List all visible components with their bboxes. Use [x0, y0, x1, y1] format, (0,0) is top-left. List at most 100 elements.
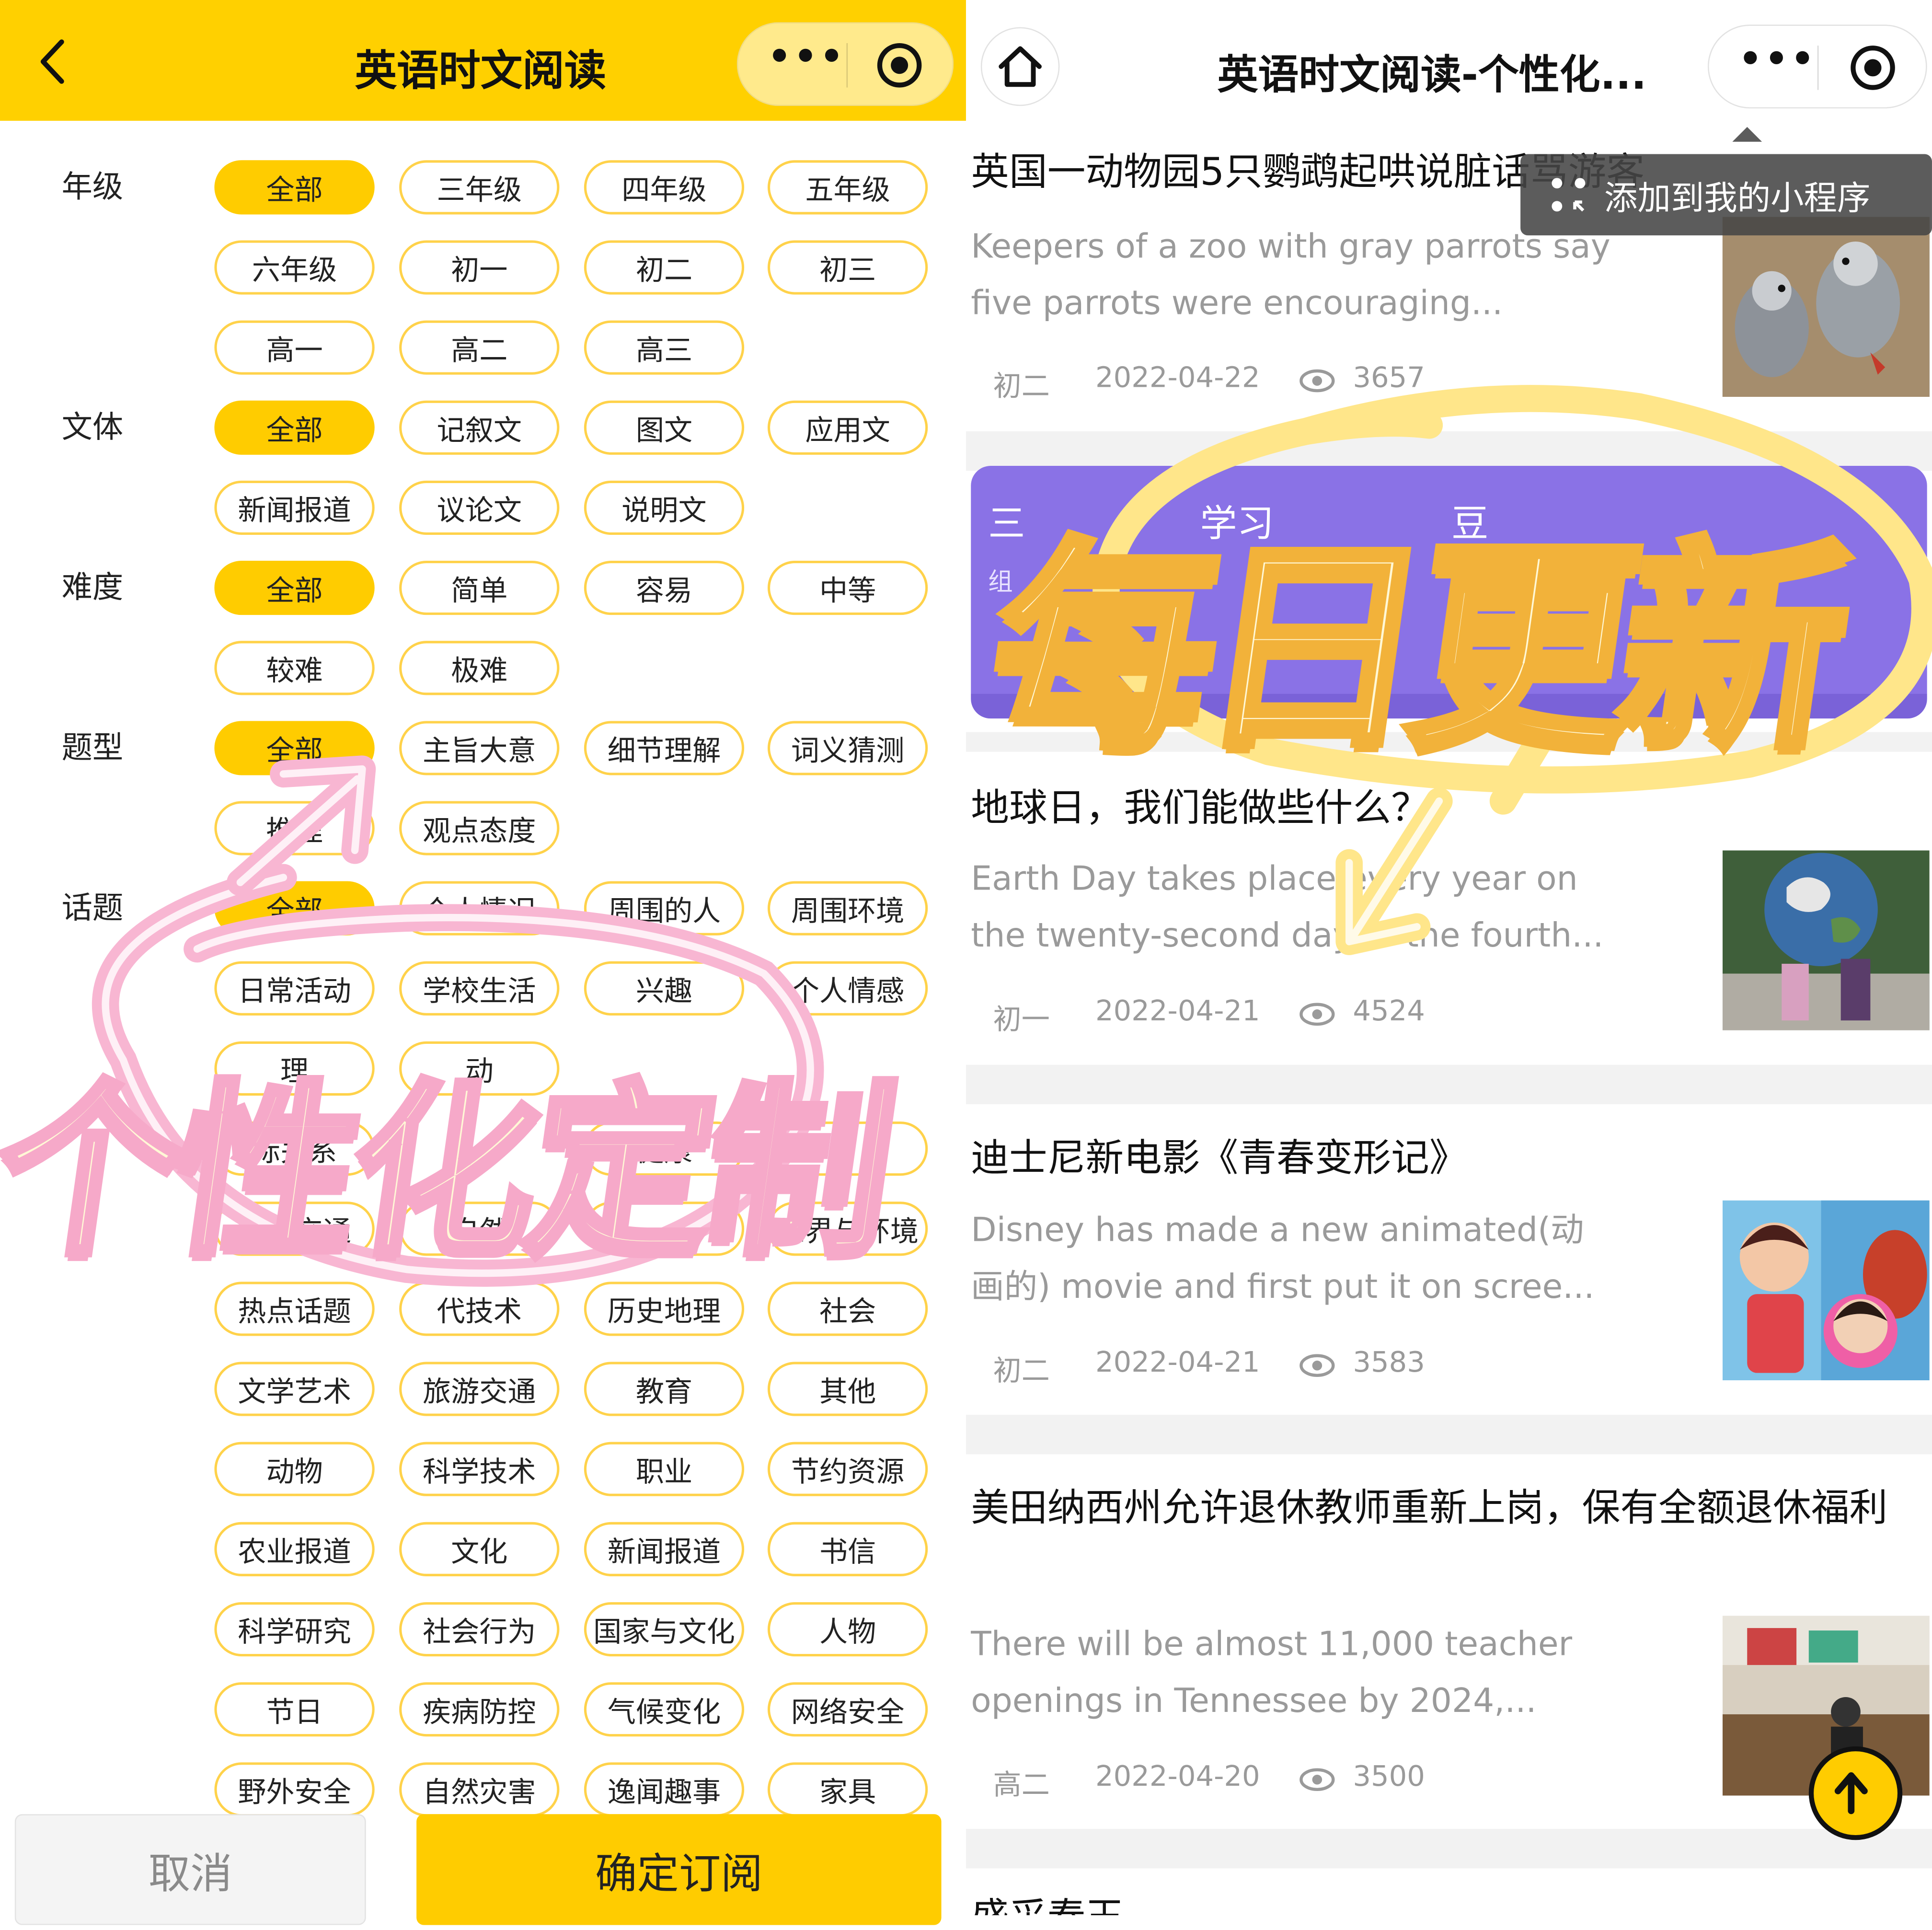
left-panel: 英语时文阅读 ••• 年级 文体 难度 题型 话题 全部 三年级 四年级 五年级 六年级…: [0, 0, 966, 1930]
filter-chip[interactable]: 议论文: [399, 480, 560, 535]
arrow-up-icon: [1834, 1772, 1868, 1814]
filter-chip[interactable]: 说明文: [584, 480, 745, 535]
filter-chip[interactable]: 学校生活: [399, 961, 560, 1016]
filter-chip[interactable]: 四年级: [584, 160, 745, 215]
article-title-3[interactable]: 迪士尼新电影《青春变形记》: [971, 1126, 1467, 1190]
filter-chip[interactable]: 简单: [399, 561, 560, 615]
filter-chip[interactable]: 初二: [584, 240, 745, 295]
filter-chip[interactable]: 极难: [399, 641, 560, 695]
article-title-5-partial[interactable]: 盛采春玉: [971, 1885, 1124, 1915]
article-date-1: 2022-04-22: [1095, 362, 1260, 394]
article-date-4: 2022-04-20: [1095, 1761, 1260, 1793]
filter-chip[interactable]: 文学艺术: [214, 1362, 375, 1416]
filter-chip[interactable]: 逸闻趣事: [584, 1762, 745, 1817]
filter-chip[interactable]: 个人情况: [399, 881, 560, 936]
filter-chip[interactable]: 社会行为: [399, 1602, 560, 1657]
filter-chip[interactable]: 全部: [214, 160, 375, 215]
back-arrow-icon[interactable]: [37, 37, 69, 86]
more-dots-icon[interactable]: •••: [768, 36, 846, 79]
filter-chip[interactable]: 初一: [399, 240, 560, 295]
movie-poster-image: [1722, 1200, 1930, 1381]
filter-chip[interactable]: 新闻报道: [214, 480, 375, 535]
filter-chip[interactable]: 节日: [214, 1682, 375, 1737]
row-label-grade: 年级: [61, 169, 124, 205]
filter-chip[interactable]: 文化: [399, 1522, 560, 1576]
filter-chip[interactable]: 中等: [767, 561, 928, 615]
filter-chip[interactable]: 人物: [767, 1602, 928, 1657]
section-divider: [966, 431, 1932, 471]
article-thumb-2[interactable]: [1722, 850, 1930, 1030]
add-to-my-miniprogram-tooltip[interactable]: 添加到我的小程序: [1520, 127, 1932, 236]
row-label-question-type: 题型: [61, 729, 124, 765]
eye-icon: [1300, 1768, 1335, 1791]
filter-chip[interactable]: 书信: [767, 1522, 928, 1576]
scroll-top-button[interactable]: [1808, 1746, 1903, 1840]
filter-chip[interactable]: 兴趣: [584, 961, 745, 1016]
filter-chip[interactable]: 野外安全: [214, 1762, 375, 1817]
article-grade-4: 高二: [993, 1769, 1050, 1802]
filter-chip[interactable]: 全部: [214, 561, 375, 615]
filter-chip[interactable]: 观点态度: [399, 801, 560, 855]
filter-chip[interactable]: 周围环境: [767, 881, 928, 936]
right-capsule-menu: •••: [1707, 24, 1927, 109]
filter-chip[interactable]: 主旨大意: [399, 721, 560, 775]
filter-chip[interactable]: 家具: [767, 1762, 928, 1817]
article-snippet-3: Disney has made a new animated(动画的) movi…: [971, 1211, 1595, 1306]
filter-chip[interactable]: 记叙文: [399, 400, 560, 455]
overlay-text-personalized: 个性化定制: [0, 1063, 904, 1284]
filter-chip[interactable]: 气候变化: [584, 1682, 745, 1737]
filter-chip[interactable]: 较难: [214, 641, 375, 695]
filter-chip[interactable]: 全部: [214, 721, 375, 775]
filter-chip[interactable]: 新闻报道: [584, 1522, 745, 1576]
filter-chip[interactable]: 日常活动: [214, 961, 375, 1016]
home-icon: [999, 46, 1042, 87]
filter-chip[interactable]: 全部: [214, 881, 375, 936]
filter-chip[interactable]: 网络安全: [767, 1682, 928, 1737]
filter-chip[interactable]: 容易: [584, 561, 745, 615]
filter-chip[interactable]: 周围的人: [584, 881, 745, 936]
filter-chip[interactable]: 词义猜测: [767, 721, 928, 775]
article-title-4[interactable]: 美田纳西州允许退休教师重新上岗，保有全额退休福利: [971, 1477, 1907, 1541]
article-views-3: 3583: [1353, 1347, 1425, 1379]
filter-chip[interactable]: 六年级: [214, 240, 375, 295]
filter-chip[interactable]: 全部: [214, 400, 375, 455]
filter-chip[interactable]: 细节理解: [584, 721, 745, 775]
eye-icon: [1300, 1354, 1335, 1377]
filter-chip[interactable]: 个人情感: [767, 961, 928, 1016]
right-capsule-divider: [1817, 46, 1819, 90]
filter-chip[interactable]: 高三: [584, 320, 745, 375]
filter-chip[interactable]: 其他: [767, 1362, 928, 1416]
home-button[interactable]: [980, 27, 1060, 106]
right-close-target-icon[interactable]: [1851, 46, 1895, 90]
filter-chip[interactable]: 农业报道: [214, 1522, 375, 1576]
filter-chip[interactable]: 三年级: [399, 160, 560, 215]
filter-chip[interactable]: 国家与文化: [584, 1602, 745, 1657]
section-divider: [966, 1415, 1932, 1455]
capsule-menu: •••: [736, 22, 954, 106]
right-more-dots-icon[interactable]: •••: [1738, 38, 1817, 81]
article-thumb-1[interactable]: [1722, 217, 1930, 397]
filter-chip[interactable]: 教育: [584, 1362, 745, 1416]
filter-chip[interactable]: 推理: [214, 801, 375, 855]
filter-chip[interactable]: 图文: [584, 400, 745, 455]
filter-chip[interactable]: 动物: [214, 1442, 375, 1496]
article-thumb-3[interactable]: [1722, 1200, 1930, 1381]
right-page-title: 英语时文阅读-个性化...: [1217, 50, 1647, 99]
confirm-subscribe-button[interactable]: 确定订阅: [416, 1814, 942, 1925]
cancel-button[interactable]: 取消: [14, 1814, 366, 1925]
filter-chip[interactable]: 旅游交通: [399, 1362, 560, 1416]
filter-chip[interactable]: 疾病防控: [399, 1682, 560, 1737]
filter-chip[interactable]: 五年级: [767, 160, 928, 215]
filter-chip[interactable]: 高一: [214, 320, 375, 375]
right-panel: 英语时文阅读-个性化... ••• 英国一动物园5只鹦鹉起哄说脏话骂游客 Kee…: [966, 0, 1932, 1930]
filter-chip[interactable]: 应用文: [767, 400, 928, 455]
close-target-icon[interactable]: [877, 43, 922, 88]
filter-chip[interactable]: 职业: [584, 1442, 745, 1496]
article-grade-3: 初二: [993, 1355, 1050, 1388]
filter-chip[interactable]: 高二: [399, 320, 560, 375]
filter-chip[interactable]: 初三: [767, 240, 928, 295]
filter-chip[interactable]: 自然灾害: [399, 1762, 560, 1817]
filter-chip[interactable]: 科学技术: [399, 1442, 560, 1496]
filter-chip[interactable]: 科学研究: [214, 1602, 375, 1657]
filter-chip[interactable]: 节约资源: [767, 1442, 928, 1496]
